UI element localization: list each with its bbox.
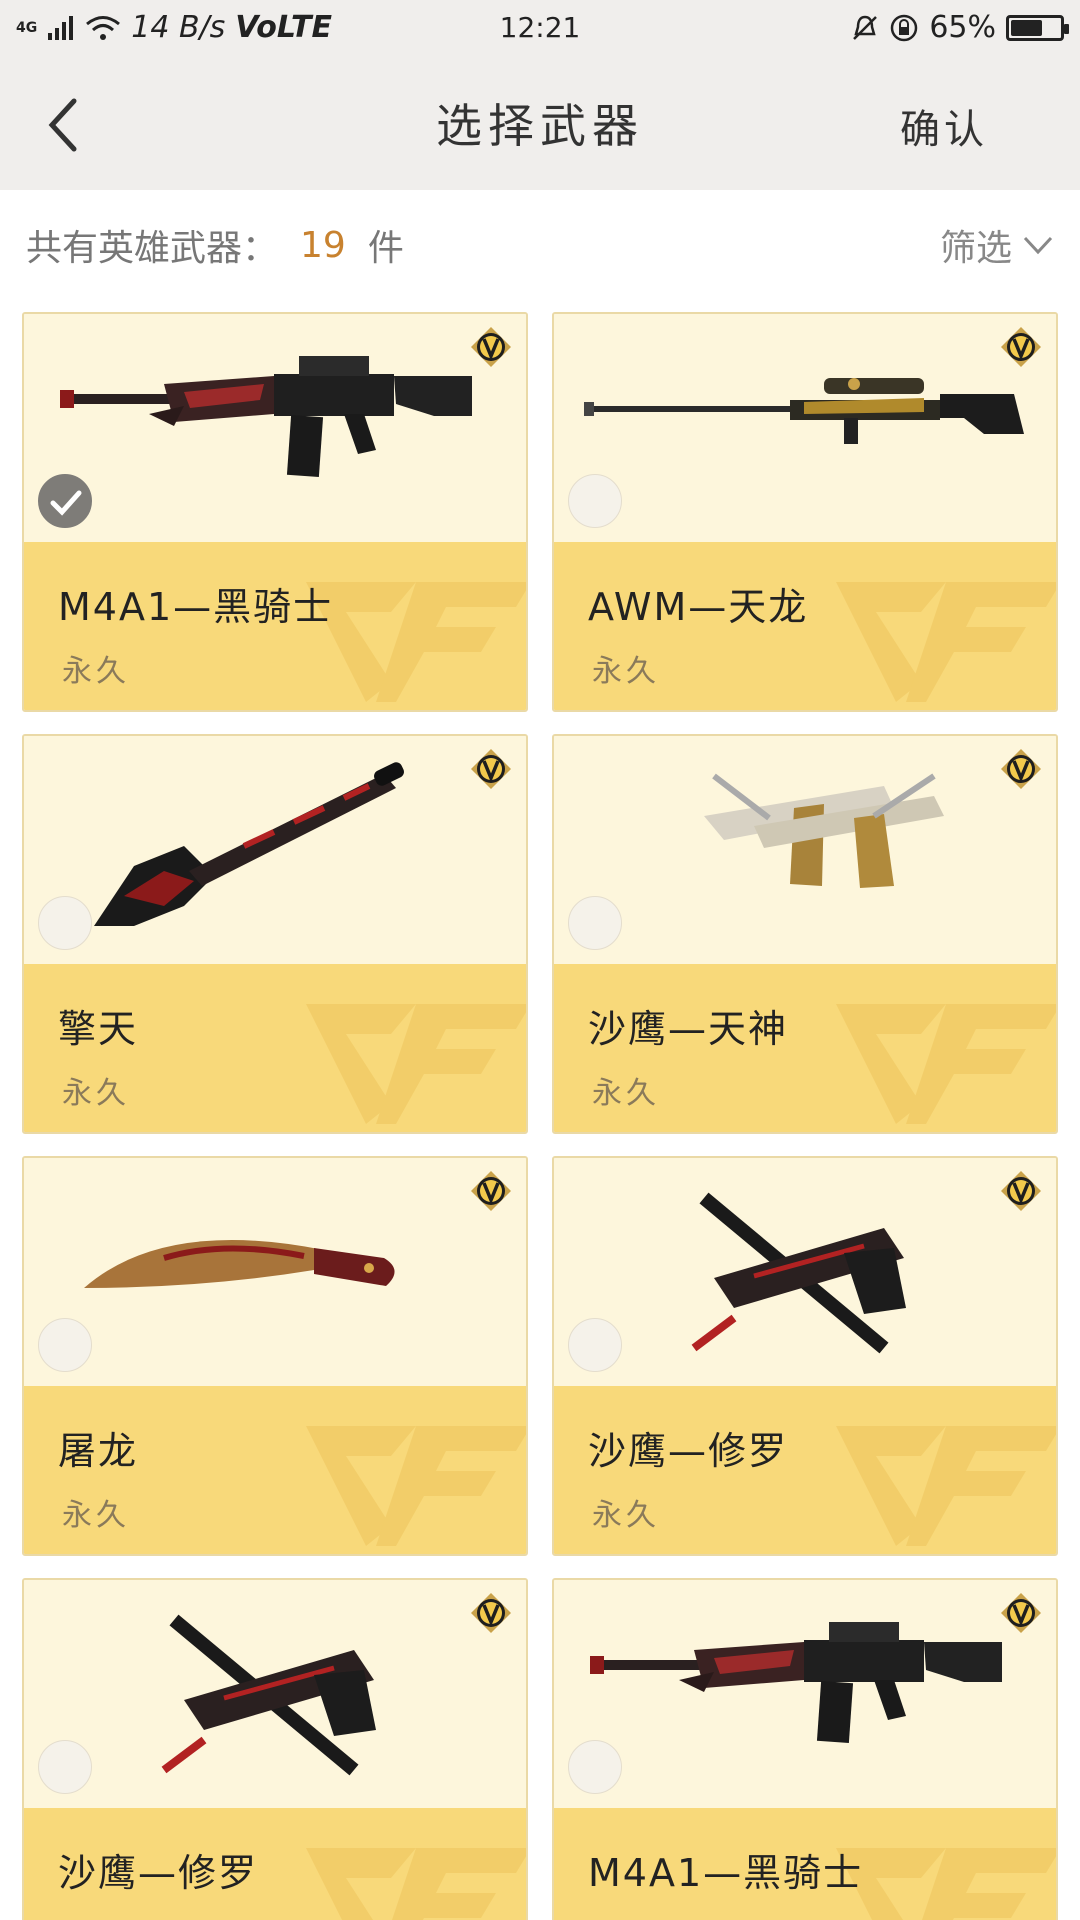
weapon-term: 永久: [592, 1076, 660, 1111]
weapon-card-2[interactable]: AWM—天龙 永久: [552, 312, 1058, 712]
select-circle[interactable]: [568, 1318, 622, 1372]
v-badge-icon: [471, 1171, 511, 1211]
weapon-term: 永久: [62, 1076, 130, 1111]
weapon-card-5[interactable]: 屠龙 永久: [22, 1156, 528, 1556]
rifle-m4a1-black-knight-image: [60, 356, 472, 478]
status-left: 4G 14 B/s VoLTE: [16, 10, 332, 45]
weapon-term: 永久: [62, 1498, 130, 1533]
volte-label: VoLTE: [235, 10, 333, 45]
cf-watermark-icon: [836, 582, 1056, 702]
shovel-melee-image: [94, 762, 404, 926]
select-circle[interactable]: [568, 474, 622, 528]
weapon-image-area: [554, 314, 1056, 544]
select-circle[interactable]: [568, 1740, 622, 1794]
weapon-name: M4A1—黑骑士: [58, 585, 334, 629]
weapon-image-area: [24, 1158, 526, 1388]
cf-watermark-icon: [306, 1848, 526, 1920]
weapon-term: 永久: [592, 654, 660, 689]
weapon-card-8[interactable]: M4A1—黑骑士 永久: [552, 1578, 1058, 1920]
back-arrow-icon[interactable]: [40, 95, 90, 155]
check-icon: [50, 490, 82, 516]
weapon-name: M4A1—黑骑士: [588, 1851, 864, 1895]
weapon-image-area: [554, 1158, 1056, 1388]
weapon-info: AWM—天龙 永久: [554, 542, 1056, 710]
battery-level: [1011, 19, 1043, 36]
weapon-name: 沙鹰—天神: [588, 1007, 789, 1051]
weapon-card-1[interactable]: M4A1—黑骑士 永久: [22, 312, 528, 712]
weapon-image-area: [24, 314, 526, 544]
weapon-term: 永久: [592, 1498, 660, 1533]
app-header: 选择武器 确认: [0, 55, 1080, 190]
dual-pistols-gold-image: [704, 773, 944, 888]
battery-percent: 65%: [929, 10, 996, 45]
rifle-m4a1-black-knight-image: [590, 1622, 1002, 1744]
weapon-info: 沙鹰—修罗 永久: [554, 1386, 1056, 1554]
weapon-image-area: [554, 1580, 1056, 1810]
wifi-icon: [86, 15, 121, 40]
network-speed: 14 B/s: [131, 10, 226, 45]
v-badge-icon: [1001, 1171, 1041, 1211]
status-right: 65%: [851, 10, 1069, 45]
weapon-name: 屠龙: [58, 1429, 139, 1473]
battery-icon: [1006, 14, 1069, 41]
select-circle[interactable]: [38, 1318, 92, 1372]
v-badge-icon: [471, 749, 511, 789]
weapon-info: 擎天 永久: [24, 964, 526, 1132]
weapon-info: 沙鹰—修罗 永久: [24, 1808, 526, 1920]
weapon-info: M4A1—黑骑士 永久: [24, 542, 526, 710]
weapon-card-7[interactable]: 沙鹰—修罗 永久: [22, 1578, 528, 1920]
weapon-name: 沙鹰—修罗: [588, 1429, 789, 1473]
kukri-knife-image: [84, 1239, 395, 1288]
pistol-knife-red-image: [691, 1192, 906, 1354]
weapon-image-area: [554, 736, 1056, 966]
weapon-term: 永久: [62, 1912, 130, 1920]
confirm-button[interactable]: 确认: [900, 97, 988, 155]
weapon-info: 屠龙 永久: [24, 1386, 526, 1554]
cf-watermark-icon: [306, 1004, 526, 1124]
select-circle[interactable]: [38, 896, 92, 950]
v-badge-icon: [471, 327, 511, 367]
status-bar: 4G 14 B/s VoLTE 12:21 65%: [0, 0, 1080, 55]
weapon-name: 沙鹰—修罗: [58, 1851, 259, 1895]
v-badge-icon: [1001, 327, 1041, 367]
weapon-count: 19: [300, 224, 346, 266]
weapon-term: 永久: [592, 1912, 660, 1920]
weapon-card-4[interactable]: 沙鹰—天神 永久: [552, 734, 1058, 1134]
summary-prefix: 共有英雄武器：: [26, 228, 279, 269]
weapon-name: AWM—天龙: [588, 585, 809, 629]
v-badge-icon: [471, 1593, 511, 1633]
pistol-knife-red-image: [161, 1614, 376, 1776]
sniper-awm-dragon-image: [584, 378, 1024, 444]
weapon-image-area: [24, 736, 526, 966]
weapon-term: 永久: [62, 654, 130, 689]
weapon-image-area: [24, 1580, 526, 1810]
v-badge-icon: [1001, 749, 1041, 789]
weapon-card-3[interactable]: 擎天 永久: [22, 734, 528, 1134]
weapon-info: 沙鹰—天神 永久: [554, 964, 1056, 1132]
signal-icon: [48, 15, 74, 40]
cf-watermark-icon: [836, 1004, 1056, 1124]
weapon-summary: 共有英雄武器： 19 件 筛选: [0, 190, 1080, 300]
weapon-info: M4A1—黑骑士 永久: [554, 1808, 1056, 1920]
select-circle[interactable]: [568, 896, 622, 950]
filter-button[interactable]: 筛选: [940, 219, 1054, 271]
mute-bell-icon: [853, 15, 878, 40]
network-type: 4G: [16, 19, 38, 36]
v-badge-icon: [1001, 1593, 1041, 1633]
select-circle[interactable]: [38, 1740, 92, 1794]
cf-watermark-icon: [836, 1426, 1056, 1546]
rotation-lock-icon: [891, 14, 918, 41]
weapon-name: 擎天: [58, 1007, 139, 1051]
weapon-card-6[interactable]: 沙鹰—修罗 永久: [552, 1156, 1058, 1556]
select-circle-checked[interactable]: [38, 474, 92, 528]
chevron-down-icon: [1023, 236, 1053, 255]
summary-suffix: 件: [367, 228, 404, 269]
weapon-grid: M4A1—黑骑士 永久 AWM—天龙 永久 擎天 永久 沙鹰—天神 永久 屠龙 …: [22, 312, 1058, 1920]
cf-watermark-icon: [306, 1426, 526, 1546]
filter-label: 筛选: [939, 228, 1012, 269]
